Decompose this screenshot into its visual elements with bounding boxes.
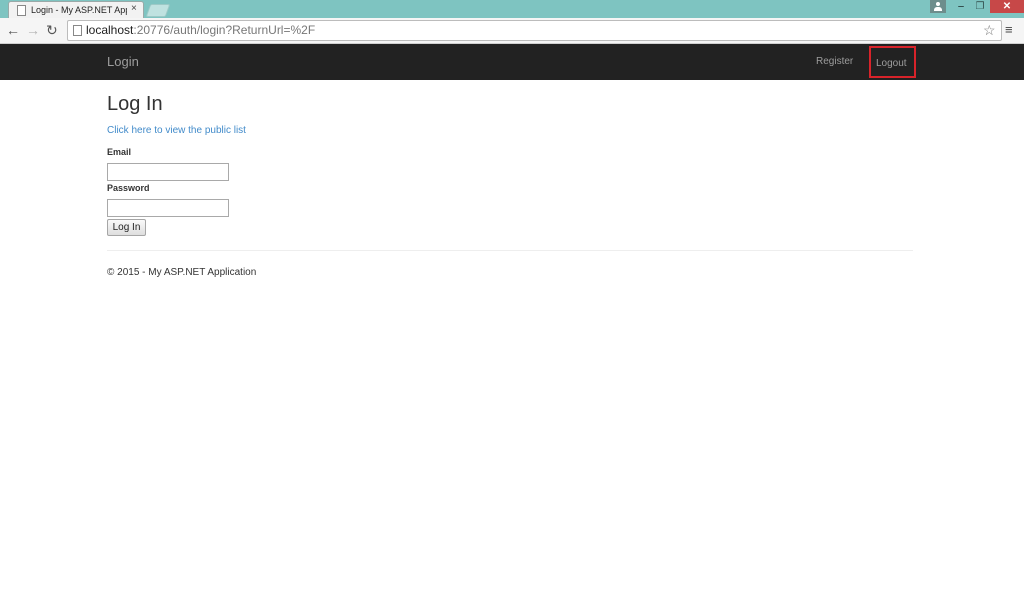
browser-tab[interactable]: Login - My ASP.NET Applic × (8, 1, 144, 19)
email-label: Email (107, 147, 132, 157)
page-title: Log In (107, 93, 163, 115)
reload-icon[interactable]: ↻ (46, 22, 58, 38)
divider (107, 250, 913, 251)
close-window-button[interactable]: ✕ (990, 0, 1024, 13)
maximize-button[interactable]: ❐ (971, 0, 989, 13)
minimize-button[interactable]: ‒ (952, 0, 970, 13)
url-text[interactable]: localhost:20776/auth/login?ReturnUrl=%2F (86, 23, 315, 38)
password-field[interactable] (107, 199, 229, 217)
tab-close-icon[interactable]: × (131, 3, 137, 15)
public-list-link[interactable]: Click here to view the public list (107, 125, 246, 136)
star-icon[interactable]: ☆ (983, 21, 996, 39)
site-navbar: Login Register Logout (0, 44, 1024, 80)
login-button[interactable]: Log In (107, 219, 146, 236)
browser-toolbar: ← → ↻ localhost:20776/auth/login?ReturnU… (0, 18, 1024, 44)
page-icon (73, 25, 82, 36)
forward-icon[interactable]: → (26, 22, 40, 38)
address-bar[interactable]: localhost:20776/auth/login?ReturnUrl=%2F… (67, 20, 1002, 41)
tab-title: Login - My ASP.NET Applic (31, 5, 127, 15)
back-icon[interactable]: ← (6, 22, 20, 38)
footer-text: © 2015 - My ASP.NET Application (107, 267, 257, 278)
page-icon (17, 5, 26, 16)
register-link[interactable]: Register (816, 56, 853, 67)
password-label: Password (107, 183, 150, 193)
logout-link-highlight[interactable]: Logout (869, 46, 916, 78)
user-icon[interactable] (930, 0, 946, 13)
email-field[interactable] (107, 163, 229, 181)
browser-title-bar: Login - My ASP.NET Applic × ‒ ❐ ✕ (0, 0, 1024, 19)
url-path: :20776/auth/login?ReturnUrl=%2F (133, 23, 316, 37)
logout-link[interactable]: Logout (876, 58, 907, 69)
new-tab-button[interactable] (145, 4, 171, 17)
navbar-brand[interactable]: Login (107, 54, 139, 69)
menu-icon[interactable]: ≡ (1005, 22, 1013, 38)
url-host: localhost (86, 23, 134, 37)
